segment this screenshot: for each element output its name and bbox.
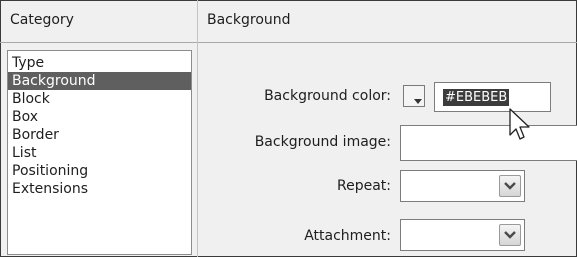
category-item-border[interactable]: Border <box>8 126 191 144</box>
background-header: Background <box>207 12 291 28</box>
background-image-input[interactable] <box>400 125 577 161</box>
attachment-label: Attachment: <box>304 228 391 244</box>
mouse-pointer-icon <box>509 108 530 140</box>
category-list[interactable]: Type Background Block Box Border List Po… <box>7 50 192 255</box>
category-header: Category <box>10 12 74 28</box>
background-image-label: Background image: <box>254 134 391 150</box>
header-divider <box>0 42 577 43</box>
chevron-down-icon <box>504 231 516 239</box>
category-item-extensions[interactable]: Extensions <box>8 180 191 198</box>
swatch-dropdown-arrow <box>414 99 422 104</box>
color-swatch-icon[interactable] <box>403 85 425 107</box>
repeat-dropdown-button[interactable] <box>499 175 521 197</box>
background-color-value: #EBEBEB <box>443 89 510 106</box>
chevron-down-icon <box>504 182 516 190</box>
category-item-type[interactable]: Type <box>8 54 191 72</box>
category-item-block[interactable]: Block <box>8 90 191 108</box>
category-item-box[interactable]: Box <box>8 108 191 126</box>
background-color-label: Background color: <box>264 88 391 104</box>
column-divider <box>197 0 198 257</box>
attachment-dropdown-button[interactable] <box>499 224 521 246</box>
category-item-background[interactable]: Background <box>8 72 191 90</box>
category-item-list[interactable]: List <box>8 144 191 162</box>
repeat-select[interactable] <box>400 170 525 202</box>
repeat-label: Repeat: <box>337 178 391 194</box>
attachment-select[interactable] <box>400 219 525 251</box>
category-item-positioning[interactable]: Positioning <box>8 162 191 180</box>
